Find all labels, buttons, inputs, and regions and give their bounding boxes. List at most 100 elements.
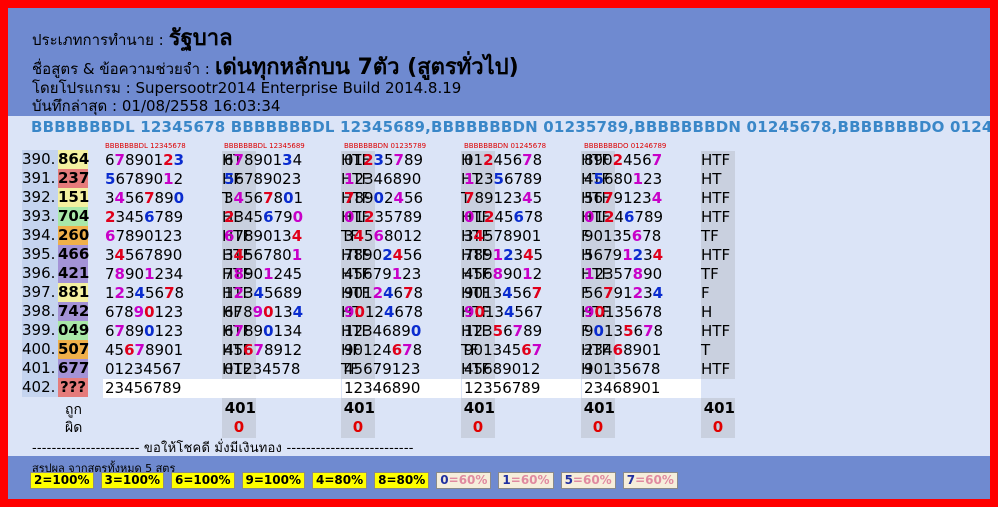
formula-row: 23468901 T xyxy=(582,341,735,360)
prediction-type-label: ประเภทการทำนาย : xyxy=(32,31,164,49)
formula-column-header: BBBBBBBDO 01246789 xyxy=(584,142,667,150)
digit-set: 23456790 xyxy=(224,208,304,226)
draw-number: 399. xyxy=(22,321,58,340)
formula-row: 12357890 TF xyxy=(582,265,735,284)
draw-row: 394. 260 xyxy=(22,226,90,245)
hit-result: HTF xyxy=(701,246,735,265)
draw-number: 400. xyxy=(22,340,58,359)
digit-set: 12356789 xyxy=(462,379,581,398)
draw-result: 151 xyxy=(58,188,90,207)
draw-row: 391. 237 xyxy=(22,169,89,188)
prediction-type-value: รัฐบาล xyxy=(168,26,233,51)
digit-set: 01235789 xyxy=(344,151,424,169)
digit-set: 45678912 xyxy=(224,341,303,359)
badge-digit: 5 xyxy=(564,473,573,487)
formula-row: 56791234 F xyxy=(582,284,735,303)
digit-set: 78912345 xyxy=(464,246,544,264)
summary-badge: 2=100% xyxy=(30,472,94,489)
badge-percent: =80% xyxy=(324,473,364,487)
digit-set: 01234567 xyxy=(105,360,182,378)
digit-set: 01246789 xyxy=(584,208,664,226)
badge-percent: =60% xyxy=(635,473,674,487)
saved-value: 01/08/2558 16:03:34 xyxy=(121,97,281,115)
summary-badges: 2=100% 3=100% 6=100% 9=100% 4=80% 8=80% 0=60% 1… xyxy=(30,472,678,489)
digit-set: 01245678 xyxy=(464,151,543,169)
total-miss: 0 xyxy=(352,418,364,436)
digit-set: 78902456 xyxy=(344,189,424,207)
summary-badge: 5=60% xyxy=(560,472,616,489)
digit-set: 90124678 xyxy=(344,303,424,321)
report-panel: ประเภทการทำนาย : รัฐบาล ชื่อสูตร & ข้อคว… xyxy=(8,8,990,499)
draw-result: 049 xyxy=(58,321,90,340)
hit-result: T xyxy=(701,341,735,360)
draw-result: 466 xyxy=(58,245,90,264)
badge-percent: =100% xyxy=(42,473,90,487)
summary-badge: 3=100% xyxy=(100,472,164,489)
digit-set: 67890123 xyxy=(105,322,184,340)
formula-row: 01246789 HTF xyxy=(582,208,735,227)
summary-badge: 8=80% xyxy=(374,472,430,489)
total-miss: 0 xyxy=(592,418,604,436)
hit-result: H xyxy=(701,303,735,322)
draw-row: 395. 466 xyxy=(22,245,90,264)
draw-result: 742 xyxy=(58,302,90,321)
digit-set: 67890134 xyxy=(224,227,303,245)
digit-set: 67890123 xyxy=(105,303,184,321)
summary-footer: สรุปผล จากสูตรทั้งหมด 5 สูตร 2=100% 3=100… xyxy=(8,456,990,499)
hit-result: HT xyxy=(701,170,735,189)
digit-set: 89024567 xyxy=(584,151,663,169)
digit-set: 56789023 xyxy=(224,170,302,188)
digit-set: 78912345 xyxy=(464,189,543,207)
draw-row: 397. 881 xyxy=(22,283,90,302)
summary-badge: 0=60% xyxy=(436,472,492,489)
digit-set: 56789012 xyxy=(105,170,184,188)
digit-set: 67890134 xyxy=(224,151,303,169)
draw-result: 260 xyxy=(58,226,90,245)
digit-set: 45680123 xyxy=(584,170,663,188)
draw-result: 881 xyxy=(58,283,90,302)
formula-row: 56791234 HTF xyxy=(582,189,735,208)
digit-set: 12345678 xyxy=(105,284,185,302)
badge-percent: =60% xyxy=(510,473,550,487)
digit-set: 34567890 xyxy=(105,246,183,264)
draw-row: 396. 421 xyxy=(22,264,89,283)
digit-set: 12346890 xyxy=(344,322,422,340)
digit-set: 34568012 xyxy=(344,227,423,245)
badge-digit: 1 xyxy=(502,473,511,487)
digit-set: 90134567 xyxy=(464,303,544,321)
digit-set: 45689012 xyxy=(464,360,541,378)
hit-result: HTF xyxy=(701,208,735,227)
digit-set: 12357890 xyxy=(584,265,663,283)
badge-digit: 9 xyxy=(245,473,254,487)
draw-row: 401. 677 xyxy=(22,359,89,378)
hit-result: TF xyxy=(701,227,735,246)
digit-set: 90135678 xyxy=(584,303,663,321)
digit-set: 34567890 xyxy=(105,189,185,207)
formula-definition: BBBBBBBDL 12345678 BBBBBBBDL 12345689,BB… xyxy=(31,118,990,136)
digit-set: 12346890 xyxy=(344,170,422,188)
digit-set: 78901245 xyxy=(224,265,303,283)
digit-set: 78901234 xyxy=(105,265,184,283)
draw-row: 392. 151 xyxy=(22,188,90,207)
draw-row: 399. 049 xyxy=(22,321,90,340)
total-hit: 401 xyxy=(583,399,615,417)
saved-line: บันทึกล่าสุด : 01/08/2558 16:03:34 xyxy=(32,94,280,118)
total-hit: 401 xyxy=(703,399,735,417)
hit-result: HTF xyxy=(701,322,735,341)
badge-percent: =60% xyxy=(572,473,612,487)
draw-number: 393. xyxy=(22,207,58,226)
hit-result xyxy=(701,379,735,398)
total-miss-label: ผิด xyxy=(65,420,83,436)
digit-set: 01234578 xyxy=(224,360,301,378)
draw-row: 390. 864 xyxy=(22,150,89,169)
draw-row: 400. 507 xyxy=(22,340,89,359)
summary-badge: 7=60% xyxy=(622,472,678,489)
formula-row: 90135678 HTF xyxy=(582,322,735,341)
draw-number: 401. xyxy=(22,359,58,378)
digit-set: 90135678 xyxy=(584,360,661,378)
digit-set: 12356789 xyxy=(464,170,543,188)
digit-set: 67890123 xyxy=(105,227,183,245)
badge-percent: =100% xyxy=(253,473,301,487)
badge-digit: 3 xyxy=(104,473,113,487)
hit-result: TF xyxy=(701,265,735,284)
